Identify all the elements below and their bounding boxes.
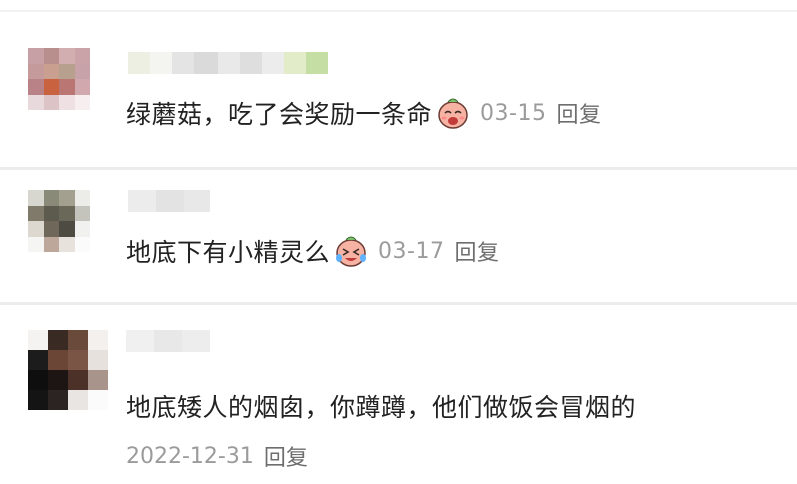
comment-text-row: 地底矮人的烟囱，你蹲蹲，他们做饭会冒烟的 [126,387,636,425]
laughing-face-sticker-icon [438,98,468,129]
comment-meta: 2022-12-31 回复 [126,440,308,472]
avatar[interactable] [28,330,108,410]
comment-text: 地底下有小精灵么 [126,238,331,267]
username-blurred[interactable] [128,190,210,212]
comment-divider [0,302,797,305]
avatar[interactable] [28,190,90,252]
crying-laughing-face-sticker-icon [336,236,367,267]
comment-text-row: 地底下有小精灵么 03-17 回复 [126,232,499,270]
reply-button[interactable]: 回复 [264,440,308,472]
top-divider [0,10,797,12]
reply-button[interactable]: 回复 [556,97,601,129]
username-blurred[interactable] [128,52,328,74]
reply-button[interactable]: 回复 [454,235,499,267]
avatar[interactable] [28,48,90,110]
comment-divider [0,167,797,170]
comment-text: 地底矮人的烟囱，你蹲蹲，他们做饭会冒烟的 [126,393,637,422]
comment-date: 2022-12-31 [126,443,254,469]
username-blurred[interactable] [126,330,210,352]
comment-text-row: 绿蘑菇，吃了会奖励一条命 03-15 回复 [126,94,601,132]
comment-date: 03-15 [480,100,547,126]
comment-date: 03-17 [378,238,445,264]
comment-text: 绿蘑菇，吃了会奖励一条命 [126,100,433,129]
